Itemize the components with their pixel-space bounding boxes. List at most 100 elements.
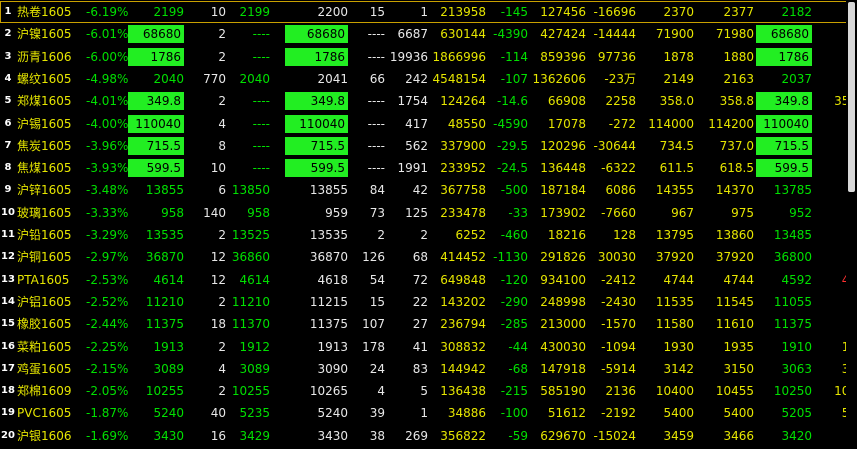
cell-c14: 114200 bbox=[708, 116, 754, 131]
table-row[interactable]: 7 焦炭1605 -3.96% 715.5 8 ---- 715.5 ---- 562 33790… bbox=[0, 135, 857, 157]
cell-c9: 236794 bbox=[440, 317, 486, 332]
cell-c10: -24.5 bbox=[496, 161, 528, 176]
cell-idx: 1 bbox=[4, 6, 12, 17]
cell-c12: -15024 bbox=[593, 428, 636, 443]
table-row[interactable]: 13 PTA1605 -2.53% 4614 12 4614 4618 54 72 649848-… bbox=[0, 269, 857, 291]
cell-c7: ---- bbox=[367, 94, 385, 109]
cell-c6: 110040 bbox=[285, 114, 348, 133]
cell-c10: -59 bbox=[508, 428, 528, 443]
cell-idx: 14 bbox=[1, 295, 15, 307]
cell-idx: 12 bbox=[1, 251, 15, 263]
table-row[interactable]: 11 沪铅1605 -3.29% 13535 2 13525 13535 2 2 6252 -460… bbox=[0, 224, 857, 246]
cell-name: 橡胶1605 bbox=[17, 317, 72, 332]
cell-c8: 562 bbox=[405, 138, 428, 153]
scrollbar-thumb[interactable] bbox=[848, 2, 855, 192]
cell-c6: 959 bbox=[325, 205, 348, 220]
cell-c3: 110040 bbox=[128, 114, 184, 133]
cell-c15: 599.5 bbox=[756, 159, 812, 178]
cell-c4: 6 bbox=[218, 183, 226, 198]
cell-c8: 83 bbox=[412, 361, 428, 376]
cell-idx: 3 bbox=[4, 50, 12, 62]
cell-c13: 13795 bbox=[655, 228, 694, 242]
table-row[interactable]: 5 郑煤1605 -4.01% 349.8 2 ---- 349.8 ---- 1754 1242… bbox=[0, 90, 857, 112]
cell-c11: 213000 bbox=[540, 317, 586, 332]
cell-c13: 11535 bbox=[655, 294, 694, 309]
cell-c8: 19936 bbox=[389, 49, 428, 64]
cell-c3: 2040 bbox=[153, 71, 184, 86]
table-row[interactable]: 15 橡胶1605 -2.44% 11375 18 11370 11375 107 27 2367… bbox=[0, 313, 857, 335]
cell-c3: 3089 bbox=[153, 361, 184, 376]
cell-idx: 6 bbox=[4, 117, 12, 129]
table-row[interactable]: 8 焦煤1605 -3.93% 599.5 10 ---- 599.5 ---- 1991 233… bbox=[0, 157, 857, 179]
cell-c10: -290 bbox=[500, 294, 528, 309]
cell-c9: 308832 bbox=[440, 339, 486, 354]
cell-c15: 1786 bbox=[756, 47, 812, 66]
cell-c11: 585190 bbox=[540, 384, 586, 399]
cell-c6: 1786 bbox=[285, 47, 348, 66]
cell-c11: 173902 bbox=[540, 205, 586, 220]
table-row[interactable]: 17 鸡蛋1605 -2.15% 3089 4 3089 3090 24 83 144942 -68… bbox=[0, 358, 857, 380]
table-row[interactable]: 16 菜粕1605 -2.25% 1913 2 1912 1913 178 41 308832 -4… bbox=[0, 336, 857, 358]
cell-c6: 36870 bbox=[309, 250, 348, 265]
cell-c6: 2200 bbox=[317, 5, 348, 19]
table-row[interactable]: 19 PVC1605 -1.87% 5240 40 5235 5240 39 1 34886 -10… bbox=[0, 402, 857, 424]
cell-idx: 5 bbox=[4, 95, 12, 107]
cell-c10: -33 bbox=[508, 205, 528, 220]
cell-c12: -14444 bbox=[593, 27, 636, 42]
cell-c12: -23万 bbox=[604, 71, 636, 86]
cell-c14: 10455 bbox=[715, 384, 754, 399]
cell-c10: -285 bbox=[500, 317, 528, 332]
cell-c3: 3430 bbox=[153, 428, 184, 443]
cell-c10: -120 bbox=[500, 272, 528, 287]
cell-c3: 349.8 bbox=[128, 92, 184, 111]
cell-c4: 40 bbox=[210, 406, 226, 421]
cell-c15: 11055 bbox=[773, 294, 812, 309]
cell-c15: 349.8 bbox=[756, 92, 812, 111]
cell-c5: ---- bbox=[252, 161, 270, 176]
cell-name: 沪铜1605 bbox=[17, 250, 72, 265]
cell-c3: 599.5 bbox=[128, 159, 184, 178]
table-row[interactable]: 9 沪锌1605 -3.48% 13855 6 13850 13855 84 42 367758-… bbox=[0, 179, 857, 201]
cell-c12: -6322 bbox=[601, 161, 636, 176]
cell-c9: 4548154 bbox=[432, 71, 486, 86]
table-row[interactable]: 20 沪银1606 -1.69% 3430 16 3429 3430 38 269 356822 -… bbox=[0, 425, 857, 447]
quote-table: 1 热卷1605 -6.19% 2199 10 2199 2200 15 1 213958 -145… bbox=[0, 0, 857, 449]
cell-c4: 140 bbox=[203, 205, 226, 220]
table-row[interactable]: 4 螺纹1605 -4.98% 2040 770 2040 2041 66 242 4548154… bbox=[0, 68, 857, 90]
cell-c10: -215 bbox=[500, 384, 528, 399]
cell-pct: -2.05% bbox=[86, 384, 128, 399]
cell-c9: 337900 bbox=[440, 138, 486, 153]
cell-c5: 2040 bbox=[239, 71, 270, 86]
cell-c3: 11375 bbox=[145, 317, 184, 332]
table-row[interactable]: 2 沪镍1605 -6.01% 68680 2 ---- 68680 ---- 6687 6301… bbox=[0, 23, 857, 45]
cell-c7: ---- bbox=[367, 138, 385, 153]
table-row[interactable]: 3 沥青1606 -6.00% 1786 2 ---- 1786 ---- 19936 18669… bbox=[0, 46, 857, 68]
table-row[interactable]: 18 郑棉1609 -2.05% 10255 2 10255 10265 4 5 136438 -2… bbox=[0, 380, 857, 402]
cell-c7: 73 bbox=[369, 205, 385, 220]
cell-pct: -1.69% bbox=[86, 428, 128, 443]
cell-c4: 4 bbox=[218, 116, 226, 131]
cell-c7: 4 bbox=[377, 384, 385, 399]
cell-c7: ---- bbox=[367, 161, 385, 176]
vertical-scrollbar[interactable] bbox=[846, 0, 857, 449]
cell-c9: 143202 bbox=[440, 294, 486, 309]
cell-c12: -16696 bbox=[593, 5, 636, 19]
cell-pct: -3.48% bbox=[86, 183, 128, 198]
cell-c4: 2 bbox=[218, 294, 226, 309]
table-row[interactable]: 10 玻璃1605 -3.33% 958 140 958 959 73 125 233478 -33… bbox=[0, 202, 857, 224]
cell-c12: -5914 bbox=[601, 361, 636, 376]
cell-c10: -14.6 bbox=[496, 94, 528, 109]
cell-c7: 15 bbox=[369, 294, 385, 309]
table-row[interactable]: 12 沪铜1605 -2.97% 36870 12 36860 36870 126 68 4144… bbox=[0, 246, 857, 268]
cell-c13: 1878 bbox=[663, 49, 694, 64]
cell-c4: 18 bbox=[210, 317, 226, 332]
table-row[interactable]: 1 热卷1605 -6.19% 2199 10 2199 2200 15 1 213958 -145… bbox=[0, 1, 857, 23]
cell-c14: 618.5 bbox=[719, 161, 754, 176]
cell-c9: 1866996 bbox=[432, 49, 486, 64]
table-row[interactable]: 14 沪铝1605 -2.52% 11210 2 11210 11215 15 22 143202… bbox=[0, 291, 857, 313]
cell-c9: 233952 bbox=[440, 161, 486, 176]
table-row[interactable]: 6 沪锡1605 -4.00% 110040 4 ---- 110040 ---- 417 485… bbox=[0, 113, 857, 135]
cell-c14: 11610 bbox=[715, 317, 754, 332]
cell-pct: -2.52% bbox=[86, 294, 128, 309]
cell-c12: 6086 bbox=[605, 183, 636, 198]
